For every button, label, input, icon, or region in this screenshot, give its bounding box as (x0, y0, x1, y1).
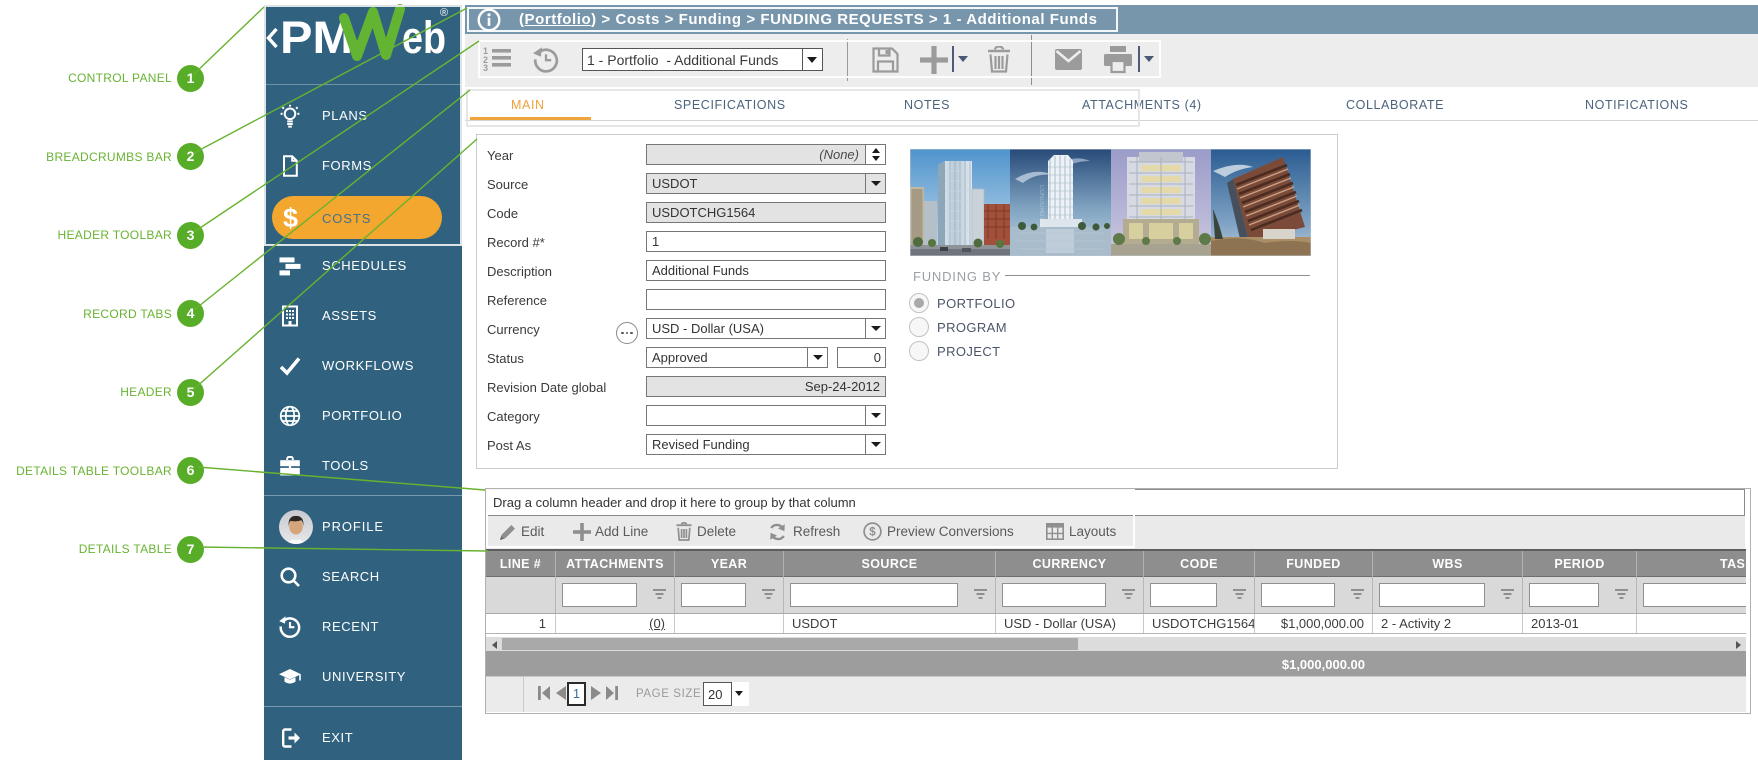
svg-text:CONDOHOTEL: CONDOHOTEL (1038, 185, 1044, 228)
